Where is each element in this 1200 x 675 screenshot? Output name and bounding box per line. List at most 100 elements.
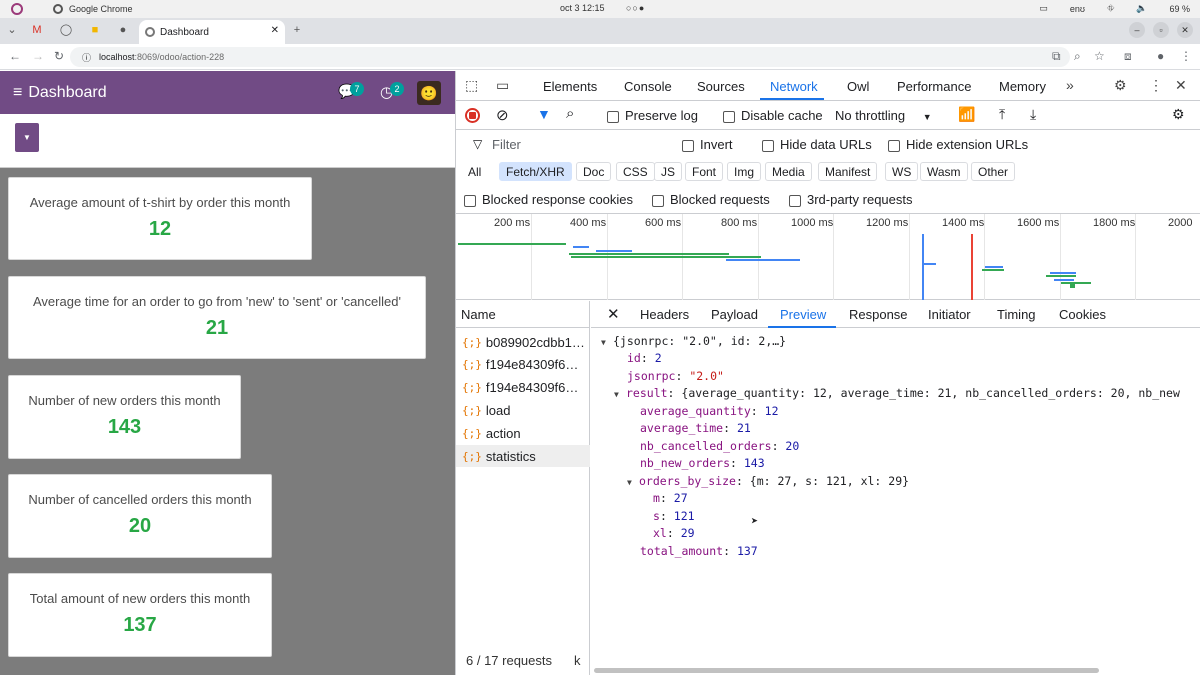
tab-search-icon[interactable]: ⌄ [3,21,21,39]
type-filter-doc[interactable]: Doc [576,162,612,181]
reload-icon[interactable]: ↻ [54,49,64,63]
more-tabs-icon[interactable]: » [1066,77,1074,93]
network-conditions-icon[interactable]: 📶 [958,106,975,123]
drive-pinned-tab-icon[interactable]: ■ [86,21,104,39]
device-toolbar-icon[interactable]: ▭ [496,77,509,94]
close-detail-icon[interactable]: ✕ [607,305,620,323]
disable-cache-checkbox[interactable]: Disable cache [723,108,823,123]
type-filter-fetch-xhr[interactable]: Fetch/XHR [499,162,572,181]
tab-owl[interactable]: Owl [847,79,869,94]
detail-tab-response[interactable]: Response [849,307,908,322]
hide-extension-urls-checkbox[interactable]: Hide extension URLs [888,137,1028,152]
json-result-node[interactable]: ▼ result: {average_quantity: 12, average_… [614,386,1180,400]
detail-tab-initiator[interactable]: Initiator [928,307,971,322]
invert-checkbox[interactable]: Invert [682,137,733,152]
request-row[interactable]: {;} f194e84309f6… [456,376,590,398]
site-info-icon[interactable]: ⓘ [82,51,91,64]
close-devtools-icon[interactable]: ✕ [1175,77,1187,94]
filter-input[interactable]: Filter [492,137,521,152]
json-orders-by-size-node[interactable]: ▼ orders_by_size: {m: 27, s: 121, xl: 29} [627,474,909,488]
volume-icon[interactable]: 🔈 [1136,3,1147,14]
menu-icon[interactable]: ≡ [13,84,22,102]
tab-network[interactable]: Network [770,79,818,94]
collapse-arrow-icon[interactable]: ▼ [601,338,613,347]
app-title[interactable]: Dashboard [28,84,106,102]
detail-tab-headers[interactable]: Headers [640,307,689,322]
json-root-node[interactable]: ▼ {jsonrpc: "2.0", id: 2,…} [601,334,786,348]
search-icon[interactable]: ⌕ [566,105,574,122]
tab-dashboard[interactable]: Dashboard ✕ [139,20,285,44]
import-har-icon[interactable]: ⤒ [999,106,1005,123]
type-filter-media[interactable]: Media [765,162,812,181]
record-stop-icon[interactable] [465,108,480,123]
detail-tab-preview[interactable]: Preview [780,307,826,322]
detail-tab-cookies[interactable]: Cookies [1059,307,1106,322]
collapse-arrow-icon[interactable]: ▼ [614,390,626,399]
request-row[interactable]: {;} load [456,399,590,421]
forward-icon[interactable]: → [32,49,44,63]
type-filter-font[interactable]: Font [685,162,724,181]
user-avatar[interactable]: 🙂 [417,81,441,105]
request-row[interactable]: {;} b089902cdbb1… [456,331,590,353]
dropdown-toggle-button[interactable]: ▼ [15,123,39,152]
os-menu-icon[interactable] [11,3,23,15]
tab-performance[interactable]: Performance [897,79,971,94]
collapse-arrow-icon[interactable]: ▼ [627,478,639,487]
type-filter-img[interactable]: Img [727,162,762,181]
tab-memory[interactable]: Memory [999,79,1046,94]
request-row[interactable]: {;} action [456,422,590,444]
scrollbar-thumb[interactable] [594,668,1099,673]
filter-funnel-icon[interactable]: ▼ [537,106,551,122]
network-overview-timeline[interactable]: 200 ms 400 ms 600 ms 800 ms 1000 ms 1200… [456,213,1200,300]
clock[interactable]: oct 3 12:15 [560,3,605,13]
hide-data-urls-checkbox[interactable]: Hide data URLs [762,137,872,152]
detail-tab-timing[interactable]: Timing [997,307,1036,322]
minimize-window-icon[interactable]: – [1129,22,1145,38]
address-bar[interactable]: ⓘ localhost :8069/odoo/action-228 [70,47,1070,67]
network-icon[interactable]: ⛗ [1107,3,1114,14]
gmail-pinned-tab-icon[interactable]: M [28,21,46,39]
cast-icon[interactable]: ⧉ [1052,49,1061,64]
name-column-header[interactable]: Name [461,307,496,322]
inspect-element-icon[interactable]: ⬚ [465,77,478,94]
battery-level[interactable]: 69 % [1169,4,1190,14]
type-filter-css[interactable]: CSS [616,162,655,181]
tab-sources[interactable]: Sources [697,79,745,94]
tab-console[interactable]: Console [624,79,672,94]
chrome-menu-icon[interactable]: ⋮ [1180,49,1192,63]
third-party-requests-checkbox[interactable]: 3rd-party requests [789,192,913,207]
bookmark-star-icon[interactable]: ☆ [1094,49,1105,63]
type-filter-js[interactable]: JS [654,162,683,181]
close-tab-icon[interactable]: ✕ [271,25,279,36]
network-settings-icon[interactable]: ⚙ [1172,106,1185,123]
type-filter-ws[interactable]: WS [885,162,919,181]
request-row-selected[interactable]: {;} statistics [456,445,590,467]
devtools-menu-icon[interactable]: ⋮ [1149,77,1163,94]
type-filter-wasm[interactable]: Wasm [920,162,968,181]
export-har-icon[interactable]: ⤓ [1030,106,1036,123]
request-row[interactable]: {;} f194e84309f6… [456,353,590,375]
preserve-log-checkbox[interactable]: Preserve log [607,108,698,123]
blocked-requests-checkbox[interactable]: Blocked requests [652,192,770,207]
profile-avatar-icon[interactable]: ● [1157,49,1164,63]
type-filter-other[interactable]: Other [971,162,1016,181]
back-icon[interactable]: ← [9,49,21,63]
tab-elements[interactable]: Elements [543,79,597,94]
type-filter-all[interactable]: All [461,162,489,181]
github-pinned-tab-icon[interactable]: ● [114,21,132,39]
extensions-icon[interactable]: ⧈ [1124,49,1132,64]
zoom-icon[interactable]: ⌕ [1074,49,1081,64]
keyboard-language[interactable]: enʊ [1070,4,1085,14]
throttling-select[interactable]: No throttling ▼ [835,108,932,123]
type-filter-manifest[interactable]: Manifest [818,162,878,181]
restore-window-icon[interactable]: ▫ [1153,22,1169,38]
clear-icon[interactable]: ⊘ [496,106,509,124]
detail-tab-payload[interactable]: Payload [711,307,758,322]
close-window-icon[interactable]: ✕ [1177,22,1193,38]
screen-record-icon[interactable]: ▭ [1039,3,1048,14]
horizontal-scrollbar[interactable] [594,667,1194,673]
workspace-indicator-icon[interactable]: ○○● [626,3,645,13]
new-tab-icon[interactable]: + [288,21,306,39]
blocked-response-cookies-checkbox[interactable]: Blocked response cookies [464,192,633,207]
odoo-pinned-tab-icon[interactable]: ◯ [57,21,75,39]
